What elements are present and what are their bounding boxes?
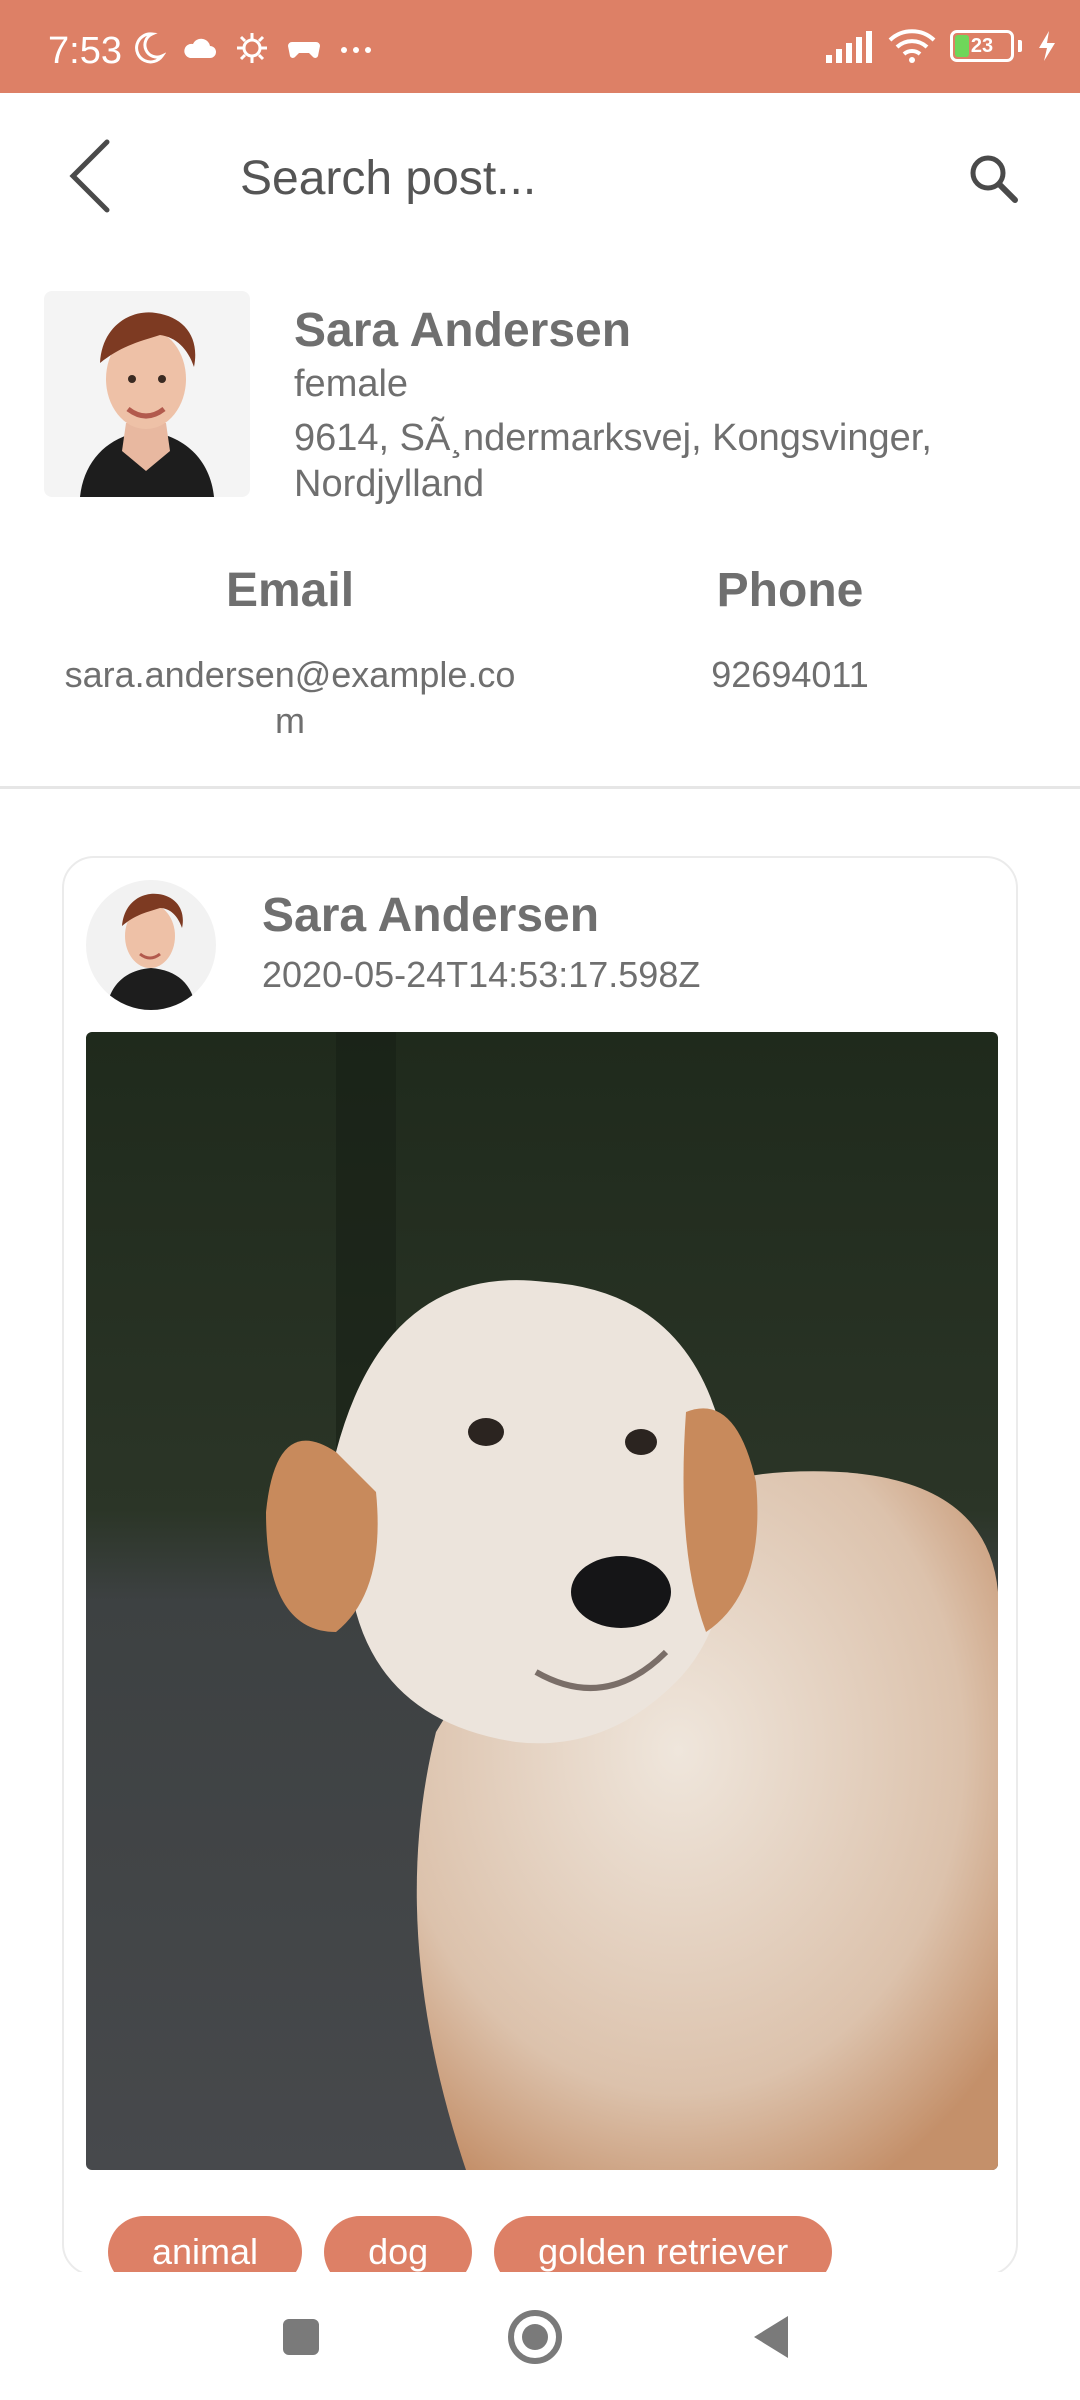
status-bar: 7:53 23 bbox=[0, 0, 1080, 93]
battery-fill bbox=[955, 35, 969, 57]
signal-icon bbox=[826, 31, 872, 63]
dog-photo bbox=[86, 1032, 998, 2170]
status-right-icons: 23 bbox=[824, 28, 1058, 64]
status-left-icons bbox=[130, 30, 374, 66]
post-card[interactable]: Sara Andersen 2020-05-24T14:53:17.598Z a… bbox=[62, 856, 1018, 2276]
triangle-back-icon bbox=[754, 2316, 788, 2358]
back-nav-button[interactable] bbox=[736, 2302, 806, 2372]
tag-chip[interactable]: golden retriever bbox=[494, 2216, 833, 2274]
battery-tip bbox=[1018, 40, 1022, 52]
battery-icon: 23 bbox=[950, 30, 1014, 62]
charging-icon bbox=[1039, 31, 1055, 61]
post-tags: animal dog golden retriever bbox=[108, 2216, 833, 2274]
email-value: sara.andersen@example.com bbox=[64, 654, 516, 741]
search-button[interactable] bbox=[958, 143, 1028, 213]
status-time: 7:53 bbox=[48, 30, 122, 72]
tag-chip[interactable]: dog bbox=[324, 2216, 473, 2274]
square-icon bbox=[283, 2319, 319, 2355]
system-nav-bar bbox=[0, 2272, 1080, 2400]
cloud-icon bbox=[184, 38, 216, 58]
email-section: Email sara.andersen@example.com bbox=[60, 563, 520, 744]
battery-level: 23 bbox=[970, 34, 994, 57]
wifi-icon bbox=[888, 29, 936, 63]
search-icon bbox=[970, 155, 1018, 203]
avatar-portrait bbox=[86, 880, 216, 1010]
post-author-avatar[interactable] bbox=[86, 880, 216, 1010]
phone-label: Phone bbox=[716, 564, 864, 617]
chevron-left-icon bbox=[69, 139, 110, 213]
profile-header: Sara Andersen female 9614, SÃ¸ndermarksv… bbox=[0, 253, 1080, 783]
more-icon bbox=[341, 47, 371, 53]
home-circle-icon bbox=[508, 2310, 562, 2364]
email-label: Email bbox=[225, 564, 355, 617]
post-image[interactable] bbox=[86, 1032, 998, 2170]
gamepad-icon bbox=[288, 42, 320, 58]
app-bar bbox=[0, 93, 1080, 253]
profile-name: Sara Andersen bbox=[294, 304, 632, 357]
recents-button[interactable] bbox=[266, 2302, 336, 2372]
post-author-name: Sara Andersen bbox=[262, 889, 600, 942]
home-button[interactable] bbox=[500, 2302, 570, 2372]
profile-photo bbox=[44, 291, 250, 497]
gear-icon bbox=[237, 33, 267, 63]
divider bbox=[0, 786, 1080, 789]
profile-portrait bbox=[44, 291, 250, 497]
moon-icon bbox=[135, 32, 166, 64]
post-date: 2020-05-24T14:53:17.598Z bbox=[262, 954, 701, 995]
search-input[interactable] bbox=[240, 143, 920, 213]
tag-chip[interactable]: animal bbox=[108, 2216, 303, 2274]
profile-address: 9614, SÃ¸ndermarksvej, Kongsvinger, Nord… bbox=[294, 417, 932, 505]
profile-gender: female bbox=[294, 363, 409, 405]
back-button[interactable] bbox=[55, 131, 125, 221]
phone-section: Phone 92694011 bbox=[560, 563, 1020, 698]
phone-value: 92694011 bbox=[711, 654, 869, 695]
